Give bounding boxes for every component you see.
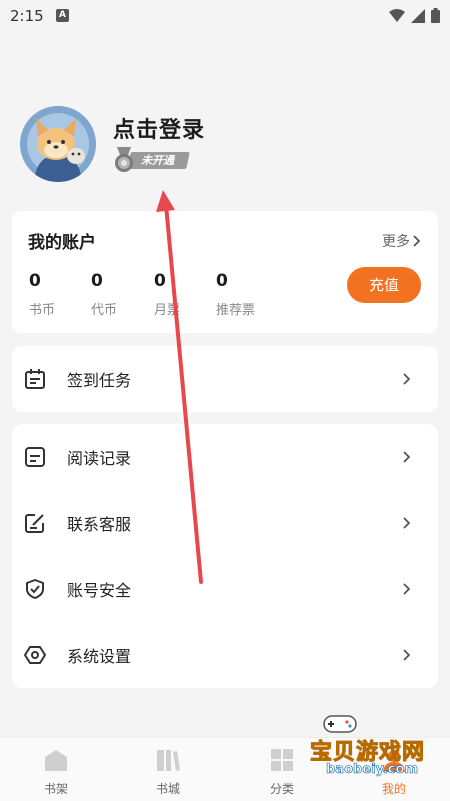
menu-item-account-security[interactable]: 账号安全: [12, 556, 438, 622]
status-bar: 2:15 A: [0, 0, 450, 32]
nav-bookshelf[interactable]: 书架: [16, 738, 96, 801]
status-icons: [389, 8, 440, 23]
stat-tokens[interactable]: 0 代币: [91, 271, 117, 318]
signal-icon: [411, 8, 425, 23]
menu-item-checkin[interactable]: 签到任务: [12, 346, 438, 412]
stat-label: 代币: [91, 303, 118, 318]
status-time: 2:15: [10, 7, 44, 25]
avatar[interactable]: [20, 106, 96, 182]
menu-label: 签到任务: [67, 371, 132, 390]
vip-status-label: 未开通: [141, 153, 174, 167]
menu-label: 系统设置: [67, 647, 132, 666]
recharge-button[interactable]: 充值: [347, 267, 421, 303]
watermark: 宝贝游戏网 baobeiy.com: [300, 712, 450, 782]
menu-item-system-settings[interactable]: 系统设置: [12, 622, 438, 688]
stat-value: 0: [216, 271, 228, 291]
stat-value: 0: [154, 271, 166, 291]
vip-badge: 未开通: [113, 147, 190, 173]
stat-value: 0: [91, 271, 103, 291]
chevron-right-icon: [403, 517, 411, 529]
chevron-right-icon: [403, 373, 411, 385]
notification-app-icon: A: [56, 9, 69, 22]
menu-label: 账号安全: [67, 581, 132, 600]
task-card: 签到任务: [12, 346, 438, 412]
wifi-icon: [389, 8, 405, 22]
stat-label: 月票: [154, 303, 181, 318]
category-icon: [271, 749, 293, 771]
nav-label: 书城: [155, 782, 180, 796]
shield-icon: [26, 579, 44, 599]
login-prompt[interactable]: 点击登录: [113, 112, 205, 144]
nav-label: 书架: [43, 782, 68, 796]
medal-icon: [115, 147, 133, 172]
stat-recommend-tickets[interactable]: 0 推荐票: [216, 271, 255, 318]
menu-item-customer-service[interactable]: 联系客服: [12, 490, 438, 556]
vip-status-tag: 未开通: [127, 151, 190, 169]
stat-value: 0: [29, 271, 41, 291]
chevron-right-icon: [403, 649, 411, 661]
nav-label: 分类: [269, 782, 294, 796]
stat-monthly-tickets[interactable]: 0 月票: [154, 271, 180, 318]
menu-card: 阅读记录 联系客服 账号安全 系统设置: [12, 424, 438, 688]
edit-icon: [25, 514, 44, 533]
account-more-link[interactable]: 更多: [382, 231, 422, 251]
nav-bookstore[interactable]: 书城: [128, 738, 208, 801]
menu-item-reading-history[interactable]: 阅读记录: [12, 424, 438, 490]
stat-label: 书币: [29, 303, 56, 318]
chevron-right-icon: [413, 235, 421, 247]
watermark-url: baobeiy.com: [326, 762, 419, 778]
settings-icon: [24, 646, 46, 664]
record-icon: [25, 447, 45, 467]
menu-label: 阅读记录: [67, 449, 132, 468]
stat-label: 推荐票: [216, 303, 256, 318]
battery-icon: [431, 8, 440, 23]
account-card: 我的账户 更多 0 书币 0 代币 0 月票 0 推荐票 充值: [12, 211, 438, 333]
bookstore-icon: [157, 750, 180, 771]
chevron-right-icon: [403, 451, 411, 463]
account-title: 我的账户: [28, 233, 96, 253]
chevron-right-icon: [403, 583, 411, 595]
avatar-image: [20, 106, 96, 182]
bookshelf-icon: [45, 750, 67, 771]
gamepad-icon: [323, 715, 357, 733]
nav-label: 我的: [381, 782, 406, 796]
menu-label: 联系客服: [67, 515, 132, 534]
calendar-icon: [25, 369, 45, 389]
stat-book-coins[interactable]: 0 书币: [29, 271, 55, 318]
account-more-label: 更多: [382, 234, 410, 250]
